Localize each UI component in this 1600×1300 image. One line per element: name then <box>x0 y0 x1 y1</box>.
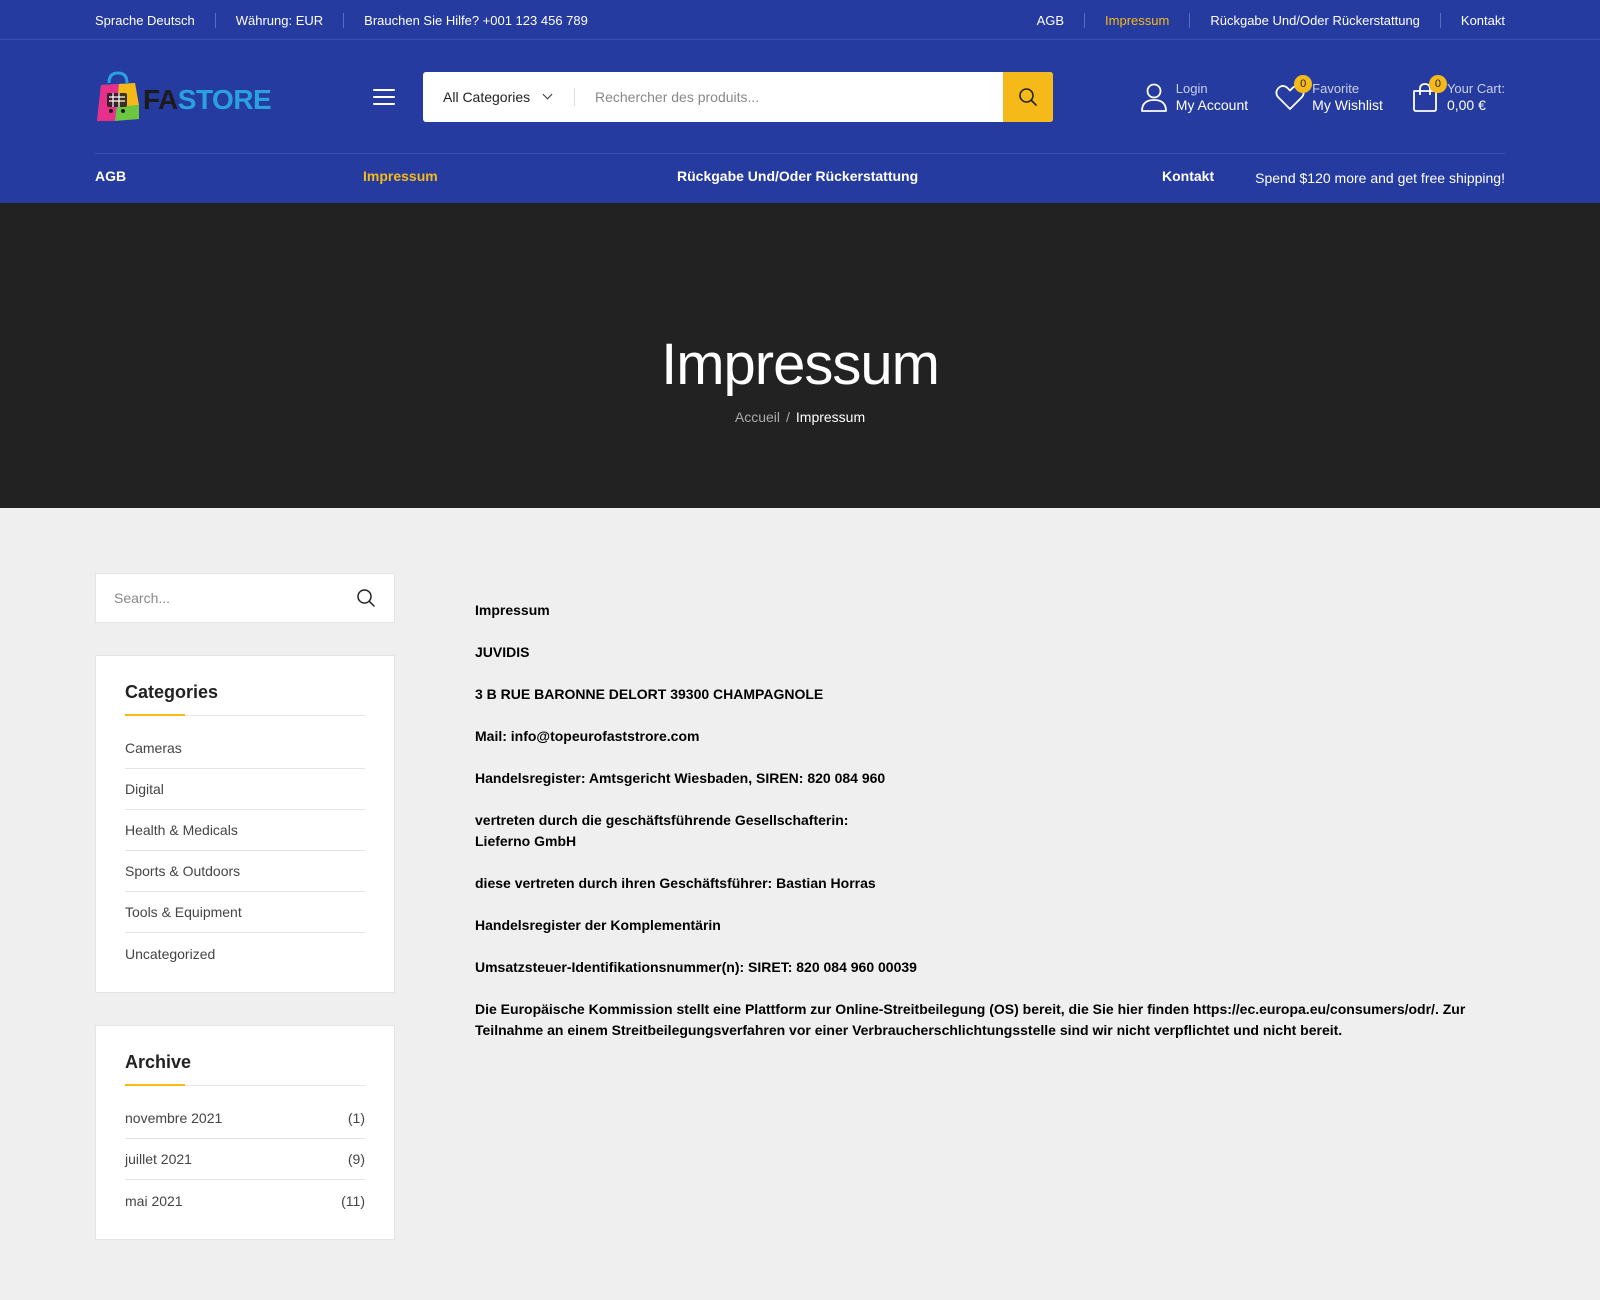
general-partner-register: Handelsregister der Komplementärin <box>475 917 721 933</box>
search-icon[interactable] <box>356 588 376 608</box>
top-bar: Sprache Deutsch Währung: EUR Brauchen Si… <box>0 0 1600 40</box>
shopping-bag-icon: 0 <box>1409 74 1447 113</box>
search-button[interactable] <box>1003 71 1053 122</box>
company-email: Mail: info@topeurofaststrore.com <box>475 728 700 744</box>
archive-title: Archive <box>125 1052 365 1086</box>
wishlist-link[interactable]: 0 Favorite My Wishlist <box>1274 74 1383 114</box>
nav-item-kontakt[interactable]: Kontakt <box>1162 168 1214 184</box>
wishlist-big-label: My Wishlist <box>1312 96 1383 113</box>
logo-text: FASTORE <box>143 83 272 115</box>
heart-icon: 0 <box>1274 74 1313 113</box>
archive-link[interactable]: novembre 2021 <box>125 1110 222 1126</box>
sidebar: Categories Cameras Digital Health & Medi… <box>95 573 395 1240</box>
category-dropdown[interactable]: All Categories <box>423 72 575 122</box>
category-link-tools[interactable]: Tools & Equipment <box>125 904 242 920</box>
content-heading: Impressum <box>475 602 550 618</box>
main-header: FASTORE All Categories Login My Account <box>0 40 1600 153</box>
top-link-impressum[interactable]: Impressum <box>1105 13 1169 28</box>
archive-count: (11) <box>341 1192 365 1209</box>
company-address: 3 B RUE BARONNE DELORT 39300 CHAMPAGNOLE <box>475 686 824 702</box>
language-selector[interactable]: Sprache Deutsch <box>95 13 195 28</box>
currency-selector[interactable]: Währung: EUR <box>236 13 323 28</box>
list-item: Tools & Equipment <box>125 892 365 933</box>
cart-small-label: Your Cart: <box>1446 80 1505 96</box>
category-dropdown-label: All Categories <box>443 88 531 105</box>
list-item: Cameras <box>125 728 365 769</box>
representative: vertreten durch die geschäftsführende Ge… <box>475 812 849 849</box>
page-title: Impressum <box>661 332 940 397</box>
top-link-rueckgabe[interactable]: Rückgabe Und/Oder Rückerstattung <box>1210 13 1420 28</box>
top-bar-left: Sprache Deutsch Währung: EUR Brauchen Si… <box>95 12 588 28</box>
cart-total: 0,00 € <box>1446 96 1486 113</box>
user-icon <box>1138 81 1170 113</box>
categories-title: Categories <box>125 682 365 716</box>
top-bar-links: AGB Impressum Rückgabe Und/Oder Rückerst… <box>1037 12 1505 28</box>
list-item: novembre 2021 (1) <box>125 1098 365 1139</box>
account-big-label: My Account <box>1175 96 1249 113</box>
category-link-digital[interactable]: Digital <box>125 781 164 797</box>
breadcrumb-home[interactable]: Accueil <box>735 409 780 425</box>
top-link-agb[interactable]: AGB <box>1037 13 1064 28</box>
category-link-sports[interactable]: Sports & Outdoors <box>125 863 240 879</box>
company-name: JUVIDIS <box>475 644 530 660</box>
product-search-input[interactable] <box>575 71 1003 122</box>
product-search-bar: All Categories <box>423 71 1053 122</box>
sidebar-search-input[interactable] <box>114 590 356 606</box>
main-nav: AGB Impressum Rückgabe Und/Oder Rückerst… <box>0 153 1600 203</box>
archive-link[interactable]: juillet 2021 <box>125 1151 192 1167</box>
page-content: Impressum JUVIDIS 3 B RUE BARONNE DELORT… <box>475 600 1505 1062</box>
category-link-uncategorized[interactable]: Uncategorized <box>125 946 215 962</box>
breadcrumb-separator: / <box>786 409 790 425</box>
help-phone: Brauchen Sie Hilfe? +001 123 456 789 <box>364 12 588 28</box>
vat-id: Umsatzsteuer-Identifikationsnummer(n): S… <box>475 959 917 975</box>
site-logo[interactable]: FASTORE <box>95 67 283 127</box>
search-icon <box>1019 87 1037 106</box>
header-actions: Login My Account 0 Favorite My Wishlist … <box>1138 74 1505 114</box>
archive-count: (9) <box>347 1151 365 1167</box>
cart-link[interactable]: 0 Your Cart: 0,00 € <box>1409 74 1505 114</box>
list-item: Digital <box>125 769 365 810</box>
archive-count: (1) <box>347 1110 365 1126</box>
dispute-resolution-notice: Die Europäische Kommission stellt eine P… <box>475 1001 1466 1038</box>
top-link-kontakt[interactable]: Kontakt <box>1461 13 1505 28</box>
wishlist-small-label: Favorite <box>1312 80 1360 96</box>
list-item: juillet 2021 (9) <box>125 1139 365 1180</box>
cart-count-badge: 0 <box>1428 74 1447 93</box>
nav-item-rueckgabe[interactable]: Rückgabe Und/Oder Rückerstattung <box>677 168 918 184</box>
chevron-down-icon <box>542 89 553 100</box>
free-shipping-notice: Spend $120 more and get free shipping! <box>1255 170 1505 186</box>
list-item: Sports & Outdoors <box>125 851 365 892</box>
managing-director: diese vertreten durch ihren Geschäftsfüh… <box>475 875 876 891</box>
archive-link[interactable]: mai 2021 <box>125 1193 183 1209</box>
nav-item-impressum[interactable]: Impressum <box>363 168 438 184</box>
logo-bag-icon <box>95 69 141 125</box>
wishlist-count-badge: 0 <box>1294 74 1313 93</box>
list-item: mai 2021 (11) <box>125 1180 365 1221</box>
account-small-label: Login <box>1175 80 1208 96</box>
account-link[interactable]: Login My Account <box>1138 80 1248 114</box>
breadcrumb: Accueil / Impressum <box>0 409 1600 425</box>
nav-item-agb[interactable]: AGB <box>95 168 126 184</box>
page-hero: Impressum Accueil / Impressum <box>0 203 1600 508</box>
breadcrumb-current: Impressum <box>795 409 866 425</box>
sidebar-search <box>95 573 395 623</box>
category-link-cameras[interactable]: Cameras <box>125 740 182 756</box>
categories-widget: Categories Cameras Digital Health & Medi… <box>95 655 395 993</box>
list-item: Health & Medicals <box>125 810 365 851</box>
list-item: Uncategorized <box>125 933 365 974</box>
trade-register: Handelsregister: Amtsgericht Wiesbaden, … <box>475 770 886 786</box>
menu-hamburger-icon[interactable] <box>373 88 395 105</box>
category-link-health[interactable]: Health & Medicals <box>125 822 238 838</box>
archive-widget: Archive novembre 2021 (1) juillet 2021 (9)… <box>95 1025 395 1240</box>
